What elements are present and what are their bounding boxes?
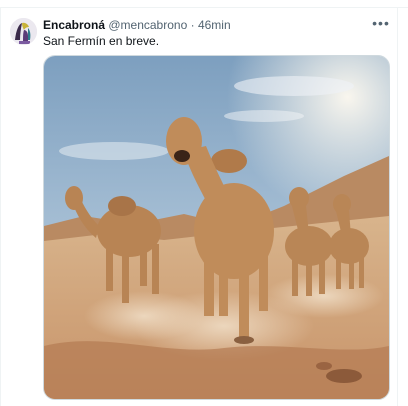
avatar[interactable] [10, 18, 37, 45]
tweet-text: San Fermín en breve. [43, 34, 160, 48]
tweet-media-image[interactable] [43, 55, 390, 400]
tweet-timestamp[interactable]: 46min [198, 18, 231, 32]
user-handle[interactable]: @mencabrono [108, 18, 187, 32]
tweet-header: Encabroná @mencabrono · 46min [43, 18, 231, 32]
timeline-top-divider [0, 0, 408, 8]
camels-running-desert-image [44, 56, 389, 399]
timeline-right-border [397, 8, 398, 406]
display-name[interactable]: Encabroná [43, 18, 105, 32]
avatar-image [10, 18, 37, 45]
more-horizontal-icon[interactable]: ••• [371, 16, 391, 32]
header-separator: · [190, 18, 195, 32]
tweet-article[interactable]: Encabroná @mencabrono · 46min ••• San Fe… [0, 8, 397, 406]
